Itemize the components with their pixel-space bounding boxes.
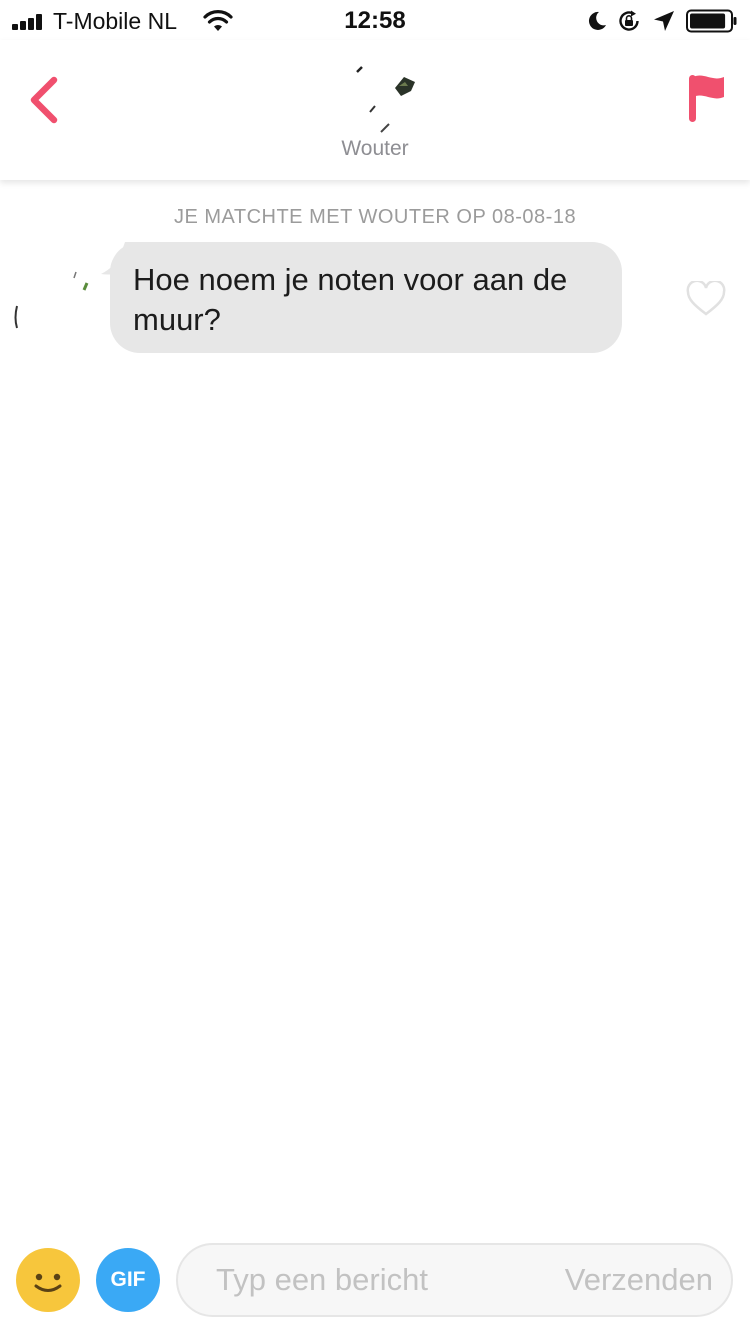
gif-button[interactable]: GIF xyxy=(96,1248,160,1312)
lock-rotation-icon xyxy=(619,10,639,31)
back-button[interactable] xyxy=(20,70,70,130)
message-text: Hoe noem je noten voor aan de muur? xyxy=(133,262,568,337)
profile-avatar[interactable] xyxy=(345,64,415,134)
heart-icon[interactable] xyxy=(686,281,726,317)
flag-icon xyxy=(689,75,724,122)
location-icon xyxy=(654,11,674,31)
report-button[interactable] xyxy=(682,70,732,130)
chat-header: Wouter xyxy=(0,40,750,180)
status-bar: T-Mobile NL 12:58 xyxy=(0,0,750,40)
moon-icon xyxy=(588,11,606,30)
emoji-button[interactable] xyxy=(16,1248,80,1312)
chat-screen: T-Mobile NL 12:58 Wouter JE MATCHTE MET … xyxy=(0,0,750,1334)
smiley-icon xyxy=(34,1273,62,1292)
send-button[interactable]: Verzenden xyxy=(565,1262,713,1298)
message-bubble[interactable]: Hoe noem je noten voor aan de muur? xyxy=(101,242,622,353)
sender-avatar[interactable] xyxy=(14,270,94,350)
message-field: Verzenden xyxy=(176,1243,733,1317)
profile-name[interactable]: Wouter xyxy=(0,137,750,161)
battery-icon xyxy=(686,9,737,33)
message-input[interactable] xyxy=(216,1257,516,1303)
chevron-left-icon xyxy=(30,76,58,124)
match-info: JE MATCHTE MET WOUTER OP 08-08-18 xyxy=(173,206,577,228)
